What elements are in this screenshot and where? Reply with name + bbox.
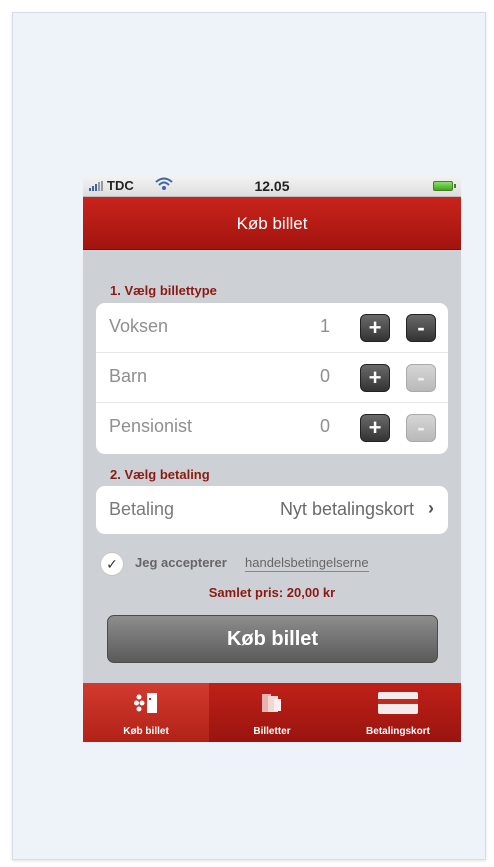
- ticket-row-pensionist: Pensionist 0 + -: [96, 403, 448, 453]
- increment-voksen-button[interactable]: +: [360, 314, 390, 342]
- tab-tickets[interactable]: Billetter: [209, 683, 335, 742]
- ticket-count: 0: [319, 416, 330, 436]
- ticket-label: Voksen: [109, 316, 169, 336]
- tab-buy-ticket[interactable]: Køb billet: [83, 683, 209, 742]
- ticket-count: 0: [319, 366, 330, 386]
- page-title: Køb billet: [236, 214, 308, 233]
- terms-link[interactable]: handelsbetingelserne: [245, 555, 369, 572]
- accept-text: Jeg accepterer: [135, 555, 227, 570]
- payment-label: Betaling: [109, 499, 175, 519]
- total-price: Samlet pris: 20,00 kr: [208, 585, 336, 600]
- buy-ticket-button[interactable]: Køb billet: [107, 615, 438, 663]
- status-clock: 12.05: [254, 178, 290, 194]
- ticket-section-title: 1. Vælg billettype: [110, 283, 217, 298]
- status-bar: TDC 12.05: [83, 175, 461, 197]
- tickets-icon: [260, 691, 284, 720]
- ticket-label: Barn: [109, 366, 148, 386]
- increment-pensionist-button[interactable]: +: [360, 414, 390, 442]
- ticket-row-barn: Barn 0 + -: [96, 353, 448, 403]
- buy-ticket-icon: [133, 691, 159, 720]
- phone-screen: TDC 12.05 Køb billet 1. Vælg billettype …: [83, 175, 461, 742]
- screenshot-frame: TDC 12.05 Køb billet 1. Vælg billettype …: [12, 12, 486, 860]
- ticket-row-voksen: Voksen 1 + -: [96, 303, 448, 353]
- nav-bar: Køb billet: [83, 197, 461, 250]
- tab-label: Køb billet: [123, 726, 169, 737]
- payment-section-title: 2. Vælg betaling: [110, 467, 210, 482]
- battery-icon: [433, 181, 456, 191]
- tab-label: Betalingskort: [366, 726, 430, 737]
- ticket-count: 1: [319, 316, 330, 336]
- payment-card-icon: [377, 691, 419, 720]
- chevron-right-icon: ›: [428, 498, 434, 518]
- tab-label: Billetter: [253, 726, 291, 737]
- decrement-barn-button: -: [406, 364, 436, 392]
- ticket-label: Pensionist: [109, 416, 193, 436]
- decrement-pensionist-button: -: [406, 414, 436, 442]
- decrement-voksen-button[interactable]: -: [406, 314, 436, 342]
- accept-terms: ✓ Jeg accepterer handelsbetingelserne: [100, 552, 445, 576]
- ticket-type-group: Voksen 1 + - Barn 0 + - Pensionist 0 + -: [96, 303, 448, 454]
- payment-value: Nyt betalingskort: [279, 499, 414, 519]
- payment-method-row[interactable]: Betaling Nyt betalingskort ›: [96, 486, 448, 534]
- accept-checkbox[interactable]: ✓: [100, 552, 124, 576]
- increment-barn-button[interactable]: +: [360, 364, 390, 392]
- tab-bar: Køb billet Billetter Betalingskort: [83, 683, 461, 742]
- tab-payment-cards[interactable]: Betalingskort: [335, 683, 461, 742]
